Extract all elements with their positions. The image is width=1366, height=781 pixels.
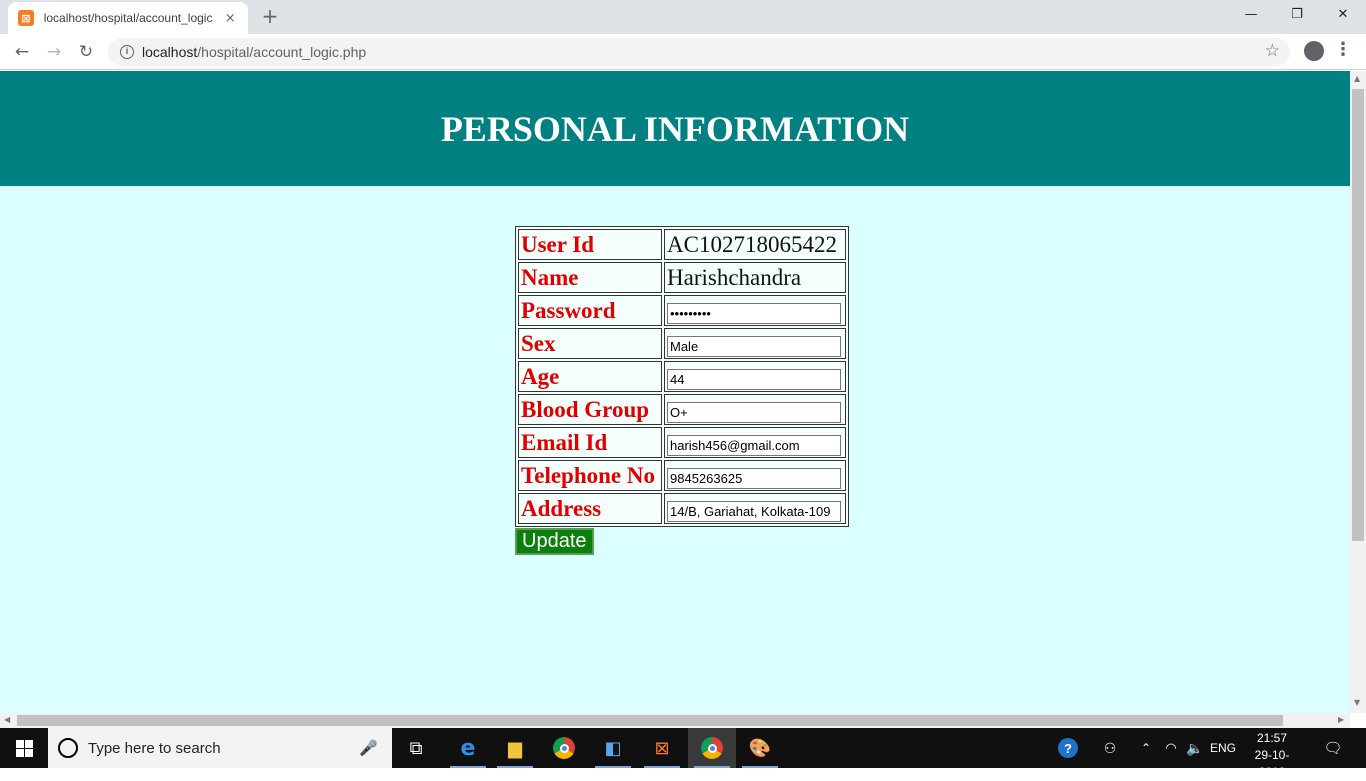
user-id-value: AC102718065422 [664,229,846,260]
reload-icon[interactable]: ↻ [74,40,98,64]
telephone-label: Telephone No [518,460,662,491]
chrome-active-icon[interactable] [688,728,736,768]
table-row: Telephone No [518,460,846,491]
table-row: Sex [518,328,846,359]
telephone-field[interactable] [667,467,841,489]
edge-icon[interactable]: e [444,728,492,768]
update-button[interactable]: Update [515,528,594,555]
chrome-icon[interactable] [540,728,588,768]
windows-logo-icon [15,739,33,757]
taskbar-search[interactable]: Type here to search 🎤 [48,728,392,768]
table-row: User Id AC102718065422 [518,229,846,260]
clock[interactable]: 21:57 29-10-2018 [1242,730,1302,781]
windows-taskbar: Type here to search 🎤 ⧉ e ▆ ◧ ⊠ 🎨 ? ⚇ ⌃ … [0,728,1366,779]
blood-group-label: Blood Group [518,394,662,425]
address-bar[interactable]: i localhost/hospital/account_logic.php [108,38,1290,66]
scroll-down-icon[interactable]: ▼ [1354,698,1360,707]
bookmark-star-icon[interactable]: ☆ [1265,41,1280,61]
personal-info-table: User Id AC102718065422 Name Harishchandr… [515,226,849,527]
page-header: PERSONAL INFORMATION [0,71,1350,186]
page-viewport: PERSONAL INFORMATION User Id AC102718065… [0,71,1350,713]
scroll-up-icon[interactable]: ▲ [1354,74,1360,83]
wifi-icon[interactable]: ◠ [1160,728,1182,768]
show-hidden-icons-icon[interactable]: ⌃ [1136,728,1156,768]
table-row: Address [518,493,846,524]
cortana-icon [58,738,78,758]
address-label: Address [518,493,662,524]
new-tab-button[interactable]: + [258,4,282,28]
close-window-button[interactable]: ✕ [1320,0,1366,30]
clock-date: 29-10-2018 [1254,748,1290,779]
vertical-scrollbar[interactable]: ▲ ▼ [1350,71,1366,713]
horizontal-scroll-thumb[interactable] [17,715,1283,726]
task-view-icon[interactable]: ⧉ [392,728,440,768]
forward-icon[interactable]: → [42,40,66,64]
store-icon[interactable]: ◧ [589,728,637,768]
help-icon[interactable]: ? [1054,728,1082,768]
xampp-icon[interactable]: ⊠ [638,728,686,768]
table-row: Blood Group [518,394,846,425]
age-field[interactable] [667,368,841,390]
microphone-icon[interactable]: 🎤 [359,739,378,757]
browser-tab[interactable]: ⊠ localhost/hospital/account_logic × [8,2,248,34]
paint-icon[interactable]: 🎨 [736,728,784,768]
url-host: localhost [142,44,198,60]
password-label: Password [518,295,662,326]
back-icon[interactable]: ← [10,40,34,64]
profile-icon[interactable] [1304,41,1324,61]
password-field[interactable] [667,302,841,324]
email-field[interactable] [667,434,841,456]
age-label: Age [518,361,662,392]
tab-strip: ⊠ localhost/hospital/account_logic × + —… [0,0,1366,34]
restore-button[interactable]: ❐ [1274,0,1320,30]
url-path: /hospital/account_logic.php [197,44,367,60]
table-row: Email Id [518,427,846,458]
language-indicator[interactable]: ENG [1208,728,1238,768]
xampp-favicon-icon: ⊠ [18,10,34,26]
user-id-label: User Id [518,229,662,260]
browser-toolbar: ← → ↻ i localhost/hospital/account_logic… [0,34,1366,70]
start-button[interactable] [0,728,48,768]
clock-time: 21:57 [1256,731,1288,745]
table-row: Age [518,361,846,392]
scroll-left-icon[interactable]: ◀ [4,715,10,724]
tab-title: localhost/hospital/account_logic [43,11,213,25]
page-title: PERSONAL INFORMATION [440,108,910,149]
table-row: Password [518,295,846,326]
file-explorer-icon[interactable]: ▆ [491,728,539,768]
address-field[interactable] [667,500,841,522]
people-icon[interactable]: ⚇ [1098,728,1122,768]
email-label: Email Id [518,427,662,458]
horizontal-scrollbar[interactable]: ◀ ▶ [0,713,1350,728]
volume-icon[interactable]: 🔈 [1184,728,1206,768]
notification-icon[interactable]: 🗨 [1316,728,1350,768]
minimize-button[interactable]: — [1228,0,1274,30]
name-label: Name [518,262,662,293]
menu-icon[interactable]: ⋮ [1334,39,1352,60]
sex-field[interactable] [667,335,841,357]
info-icon[interactable]: i [120,45,134,59]
search-placeholder: Type here to search [88,739,221,757]
vertical-scroll-thumb[interactable] [1352,89,1364,541]
blood-group-field[interactable] [667,401,841,423]
personal-info-form: User Id AC102718065422 Name Harishchandr… [515,226,849,555]
sex-label: Sex [518,328,662,359]
name-value: Harishchandra [664,262,846,293]
table-row: Name Harishchandra [518,262,846,293]
scroll-right-icon[interactable]: ▶ [1338,715,1344,724]
tab-close-icon[interactable]: × [222,11,238,26]
